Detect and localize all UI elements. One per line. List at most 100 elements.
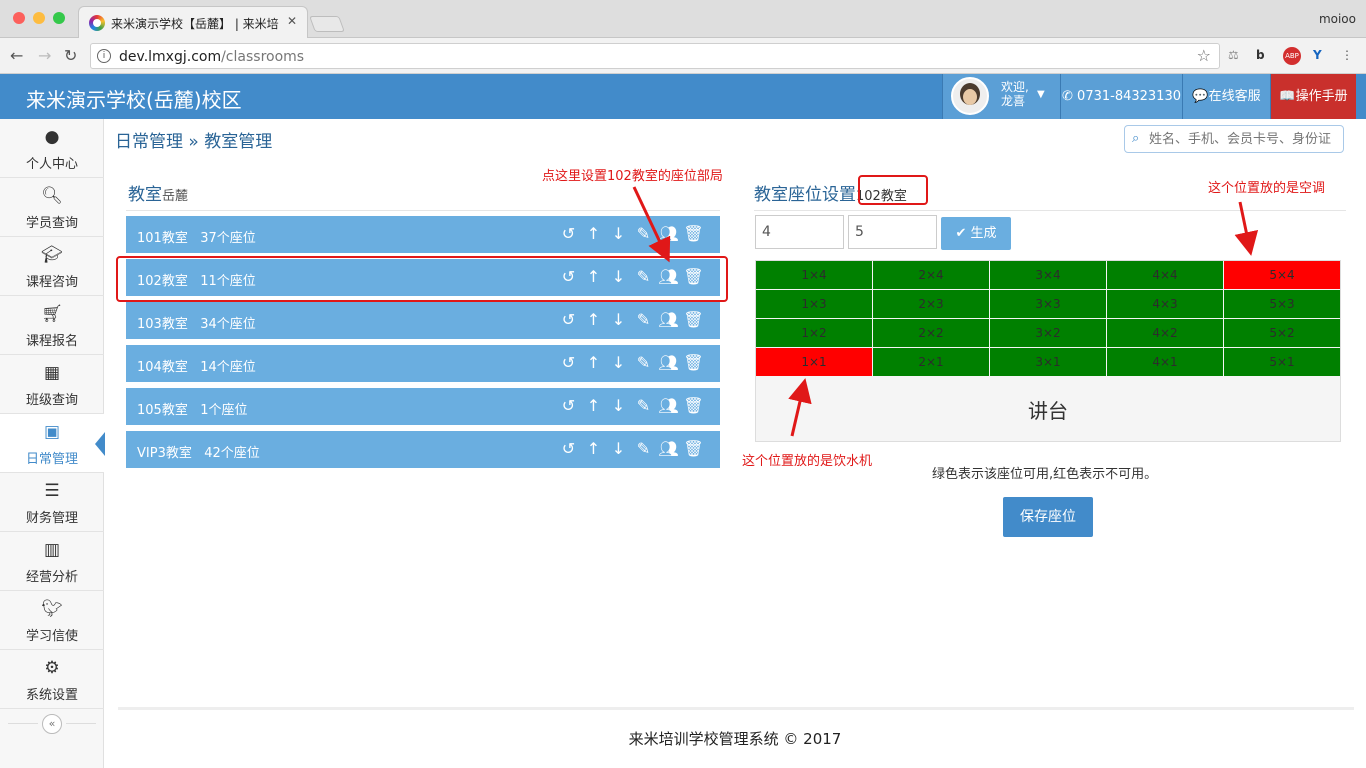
move-down-icon[interactable]: ↓ <box>606 439 631 458</box>
seat-cell[interactable]: 2×4 <box>873 261 989 289</box>
manual-link[interactable]: 📖操作手册 <box>1270 74 1356 119</box>
seat-cell[interactable]: 5×2 <box>1224 319 1340 347</box>
seat-cell[interactable]: 3×2 <box>990 319 1106 347</box>
sidebar-item-messenger[interactable]: 🐦︎ 学习信使 <box>0 591 104 650</box>
classroom-panel-title: 教室岳麓 <box>128 185 189 205</box>
move-down-icon[interactable]: ↓ <box>606 310 631 329</box>
seat-cell[interactable]: 4×3 <box>1107 290 1223 318</box>
app-header: 来米演示学校(岳麓)校区 欢迎, 龙喜 ▼ ✆ 0731-84323130 💬在线… <box>0 74 1366 119</box>
seat-cell[interactable]: 1×4 <box>756 261 872 289</box>
tab-close-icon[interactable]: ✕ <box>287 14 297 28</box>
phone-link[interactable]: ✆ 0731-84323130 <box>1060 74 1182 119</box>
move-up-icon[interactable]: ↑ <box>581 439 606 458</box>
seats-icon[interactable]: 👥︎ <box>656 439 681 458</box>
seat-cell[interactable]: 4×4 <box>1107 261 1223 289</box>
delete-icon[interactable]: 🗑︎ <box>681 439 706 458</box>
user-menu[interactable]: 欢迎, 龙喜 ▼ <box>942 74 1060 119</box>
classroom-row[interactable]: VIP3教室 42个座位 ↺ ↑ ↓ ✎ 👥︎ 🗑︎ <box>126 431 720 468</box>
adblock-icon[interactable]: ABP <box>1283 47 1301 65</box>
move-down-icon[interactable]: ↓ <box>606 353 631 372</box>
sidebar-item-analysis[interactable]: ▥ 经营分析 <box>0 532 104 591</box>
online-service-link[interactable]: 💬在线客服 <box>1182 74 1270 119</box>
seat-cell[interactable]: 2×3 <box>873 290 989 318</box>
move-up-icon[interactable]: ↑ <box>581 353 606 372</box>
seat-cell[interactable]: 3×3 <box>990 290 1106 318</box>
edit-icon[interactable]: ✎ <box>631 439 656 458</box>
daily-icon: ▣ <box>43 422 61 442</box>
generate-button[interactable]: ✔ 生成 <box>941 217 1011 250</box>
save-seats-button[interactable]: 保存座位 <box>1003 497 1093 537</box>
seat-grid: 讲台 1×4 2×4 3×4 4×4 5×4 1×3 2×3 3×3 4×3 5×3 1×2 2×2 3… <box>755 260 1341 442</box>
seat-cell[interactable]: 4×2 <box>1107 319 1223 347</box>
vpn-icon[interactable]: Y <box>1313 48 1322 62</box>
seats-icon[interactable]: 👥︎ <box>656 224 681 243</box>
history-icon[interactable]: ↺ <box>556 353 581 372</box>
seat-cell[interactable]: 1×1 <box>756 348 872 376</box>
seat-cell[interactable]: 1×3 <box>756 290 872 318</box>
sidebar-item-student-search[interactable]: 🔍︎ 学员查询 <box>0 178 104 237</box>
seat-cell[interactable]: 5×3 <box>1224 290 1340 318</box>
delete-icon[interactable]: 🗑︎ <box>681 353 706 372</box>
move-up-icon[interactable]: ↑ <box>581 396 606 415</box>
new-tab-button[interactable] <box>309 16 345 32</box>
edit-icon[interactable]: ✎ <box>631 224 656 243</box>
seats-icon[interactable]: 👥︎ <box>656 396 681 415</box>
delete-icon[interactable]: 🗑︎ <box>681 310 706 329</box>
move-down-icon[interactable]: ↓ <box>606 224 631 243</box>
sidebar-item-settings[interactable]: ⚙ 系统设置 <box>0 650 104 709</box>
seat-cell[interactable]: 2×1 <box>873 348 989 376</box>
site-favicon-icon <box>89 15 105 31</box>
classroom-row[interactable]: 104教室 14个座位 ↺ ↑ ↓ ✎ 👥︎ 🗑︎ <box>126 345 720 382</box>
rows-input[interactable]: 5 <box>848 215 937 249</box>
forward-icon[interactable]: → <box>38 46 51 65</box>
move-down-icon[interactable]: ↓ <box>606 396 631 415</box>
seat-cell[interactable]: 3×4 <box>990 261 1106 289</box>
extension-icon[interactable]: ⚖ <box>1228 48 1239 62</box>
sidebar-item-enroll[interactable]: 🛒︎ 课程报名 <box>0 296 104 355</box>
browser-profile[interactable]: moioo <box>1319 12 1356 26</box>
minimize-window-button[interactable] <box>33 12 45 24</box>
close-window-button[interactable] <box>13 12 25 24</box>
seat-cell[interactable]: 4×1 <box>1107 348 1223 376</box>
move-up-icon[interactable]: ↑ <box>581 310 606 329</box>
delete-icon[interactable]: 🗑︎ <box>681 396 706 415</box>
sidebar-item-daily[interactable]: ▣ 日常管理 <box>0 414 105 473</box>
chat-icon: 💬 <box>1192 89 1209 104</box>
edit-icon[interactable]: ✎ <box>631 310 656 329</box>
menu-icon[interactable]: ⋮ <box>1341 48 1353 62</box>
edit-icon[interactable]: ✎ <box>631 353 656 372</box>
seats-icon[interactable]: 👥︎ <box>656 353 681 372</box>
move-up-icon[interactable]: ↑ <box>581 224 606 243</box>
seat-cell[interactable]: 3×1 <box>990 348 1106 376</box>
sidebar-item-finance[interactable]: ☰ 财务管理 <box>0 473 104 532</box>
bilibili-icon[interactable]: b <box>1256 48 1265 62</box>
seats-icon[interactable]: 👥︎ <box>656 310 681 329</box>
seat-cell[interactable]: 5×4 <box>1224 261 1340 289</box>
seat-cell[interactable]: 5×1 <box>1224 348 1340 376</box>
classroom-row[interactable]: 103教室 34个座位 ↺ ↑ ↓ ✎ 👥︎ 🗑︎ <box>126 302 720 339</box>
classroom-row[interactable]: 105教室 1个座位 ↺ ↑ ↓ ✎ 👥︎ 🗑︎ <box>126 388 720 425</box>
info-icon[interactable]: i <box>97 49 111 63</box>
classroom-row[interactable]: 101教室 37个座位 ↺ ↑ ↓ ✎ 👥︎ 🗑︎ <box>126 216 720 253</box>
search-input[interactable] <box>1149 130 1339 148</box>
url-input[interactable]: i dev.lmxgj.com/classrooms ☆ <box>90 43 1220 69</box>
search-field[interactable]: ⌕ <box>1124 125 1344 153</box>
bookmark-star-icon[interactable]: ☆ <box>1197 46 1211 65</box>
history-icon[interactable]: ↺ <box>556 310 581 329</box>
maximize-window-button[interactable] <box>53 12 65 24</box>
seat-cell[interactable]: 1×2 <box>756 319 872 347</box>
back-icon[interactable]: ← <box>10 46 23 65</box>
history-icon[interactable]: ↺ <box>556 439 581 458</box>
sidebar-item-personal[interactable]: ● 个人中心 <box>0 119 104 178</box>
delete-icon[interactable]: 🗑︎ <box>681 224 706 243</box>
search-icon: 🔍︎ <box>41 186 63 206</box>
browser-tab[interactable]: 来米演示学校【岳麓】 | 来米培 ✕ <box>78 6 308 38</box>
reload-icon[interactable]: ↻ <box>64 46 77 65</box>
columns-input[interactable]: 4 <box>755 215 844 249</box>
seat-cell[interactable]: 2×2 <box>873 319 989 347</box>
history-icon[interactable]: ↺ <box>556 396 581 415</box>
sidebar-item-course-consult[interactable]: 🎓︎ 课程咨询 <box>0 237 104 296</box>
sidebar-item-class-search[interactable]: ▦ 班级查询 <box>0 355 104 414</box>
edit-icon[interactable]: ✎ <box>631 396 656 415</box>
history-icon[interactable]: ↺ <box>556 224 581 243</box>
